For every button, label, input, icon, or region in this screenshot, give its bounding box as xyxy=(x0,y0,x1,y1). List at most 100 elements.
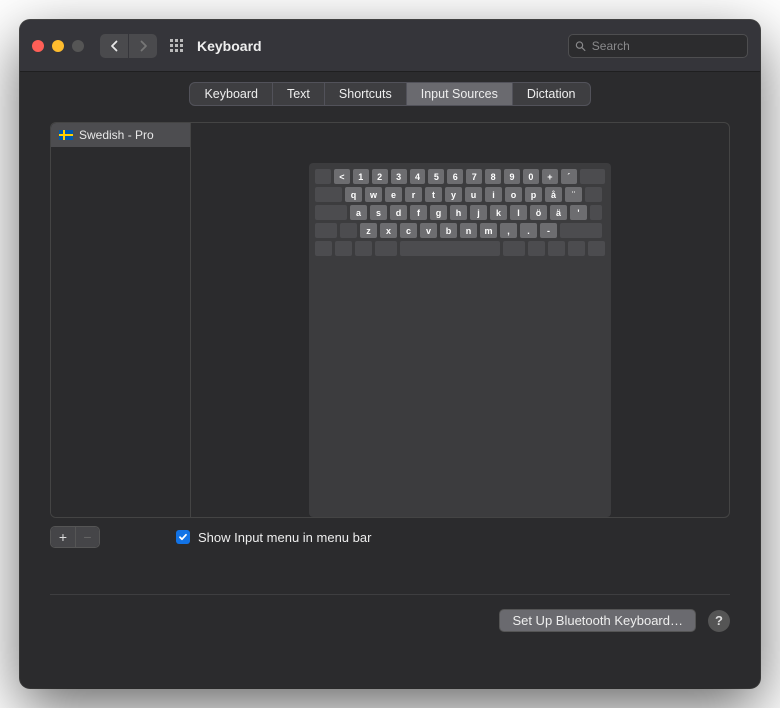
remove-button[interactable]: − xyxy=(75,527,99,547)
search-field[interactable] xyxy=(568,34,748,58)
grid-icon[interactable] xyxy=(169,38,185,54)
key: ä xyxy=(550,205,567,220)
key: d xyxy=(390,205,407,220)
bluetooth-setup-button[interactable]: Set Up Bluetooth Keyboard… xyxy=(499,609,696,632)
main-panel: Swedish - Pro < 1 2 3 4 5 6 7 8 9 0 xyxy=(50,122,730,518)
key xyxy=(315,205,347,220)
tab-input-sources[interactable]: Input Sources xyxy=(406,83,512,105)
key: 5 xyxy=(428,169,444,184)
key: 9 xyxy=(504,169,520,184)
tabs: Keyboard Text Shortcuts Input Sources Di… xyxy=(189,82,590,106)
key xyxy=(580,169,605,184)
key: q xyxy=(345,187,362,202)
tab-keyboard[interactable]: Keyboard xyxy=(190,83,272,105)
key-space xyxy=(400,241,500,256)
key: y xyxy=(445,187,462,202)
tab-shortcuts[interactable]: Shortcuts xyxy=(324,83,406,105)
key: l xyxy=(510,205,527,220)
key: å xyxy=(545,187,562,202)
add-button[interactable]: + xyxy=(51,527,75,547)
key: t xyxy=(425,187,442,202)
key xyxy=(590,205,602,220)
key: 1 xyxy=(353,169,369,184)
key xyxy=(335,241,352,256)
key: + xyxy=(542,169,558,184)
search-icon xyxy=(575,40,586,52)
key xyxy=(375,241,397,256)
key: 0 xyxy=(523,169,539,184)
keyboard-graphic: < 1 2 3 4 5 6 7 8 9 0 + ´ q xyxy=(309,163,611,517)
flag-icon xyxy=(59,130,73,140)
key: j xyxy=(470,205,487,220)
key: x xyxy=(380,223,397,238)
key: s xyxy=(370,205,387,220)
key: z xyxy=(360,223,377,238)
key: ´ xyxy=(561,169,577,184)
show-input-menu-label: Show Input menu in menu bar xyxy=(198,530,371,545)
window-title: Keyboard xyxy=(197,38,568,54)
key: u xyxy=(465,187,482,202)
back-button[interactable] xyxy=(100,34,128,58)
key: w xyxy=(365,187,382,202)
key: p xyxy=(525,187,542,202)
key xyxy=(315,187,342,202)
preferences-window: Keyboard Keyboard Text Shortcuts Input S… xyxy=(20,20,760,688)
forward-button[interactable] xyxy=(129,34,157,58)
key xyxy=(503,241,525,256)
list-item[interactable]: Swedish - Pro xyxy=(51,123,190,147)
key xyxy=(548,241,565,256)
divider xyxy=(50,594,730,595)
show-input-menu-row: Show Input menu in menu bar xyxy=(176,530,371,545)
key: i xyxy=(485,187,502,202)
key: 4 xyxy=(410,169,426,184)
input-source-list[interactable]: Swedish - Pro xyxy=(51,123,191,517)
key: c xyxy=(400,223,417,238)
key: ' xyxy=(570,205,587,220)
key: m xyxy=(480,223,497,238)
tab-area: Keyboard Text Shortcuts Input Sources Di… xyxy=(20,72,760,106)
key: < xyxy=(334,169,350,184)
key: 7 xyxy=(466,169,482,184)
key: h xyxy=(450,205,467,220)
key: b xyxy=(440,223,457,238)
key xyxy=(315,223,337,238)
source-label: Swedish - Pro xyxy=(79,128,154,142)
traffic-lights xyxy=(32,40,84,52)
key: f xyxy=(410,205,427,220)
keyboard-preview: < 1 2 3 4 5 6 7 8 9 0 + ´ q xyxy=(191,123,729,517)
key xyxy=(585,187,602,202)
check-icon xyxy=(178,532,188,542)
key: g xyxy=(430,205,447,220)
key: . xyxy=(520,223,537,238)
minimize-icon[interactable] xyxy=(52,40,64,52)
key: 2 xyxy=(372,169,388,184)
footer: Set Up Bluetooth Keyboard… ? xyxy=(50,609,730,632)
below-panel-row: + − Show Input menu in menu bar xyxy=(50,526,730,548)
key xyxy=(355,241,372,256)
key: 6 xyxy=(447,169,463,184)
nav-buttons xyxy=(100,34,157,58)
close-icon[interactable] xyxy=(32,40,44,52)
key xyxy=(560,223,602,238)
maximize-icon xyxy=(72,40,84,52)
key: , xyxy=(500,223,517,238)
key: a xyxy=(350,205,367,220)
titlebar: Keyboard xyxy=(20,20,760,72)
key: - xyxy=(540,223,557,238)
tab-text[interactable]: Text xyxy=(272,83,324,105)
key: v xyxy=(420,223,437,238)
key: n xyxy=(460,223,477,238)
key: ö xyxy=(530,205,547,220)
key xyxy=(528,241,545,256)
tab-dictation[interactable]: Dictation xyxy=(512,83,590,105)
key: r xyxy=(405,187,422,202)
key: 8 xyxy=(485,169,501,184)
key xyxy=(588,241,605,256)
key: k xyxy=(490,205,507,220)
help-button[interactable]: ? xyxy=(708,610,730,632)
show-input-menu-checkbox[interactable] xyxy=(176,530,190,544)
add-remove-buttons: + − xyxy=(50,526,100,548)
key xyxy=(568,241,585,256)
search-input[interactable] xyxy=(592,39,741,53)
key: o xyxy=(505,187,522,202)
